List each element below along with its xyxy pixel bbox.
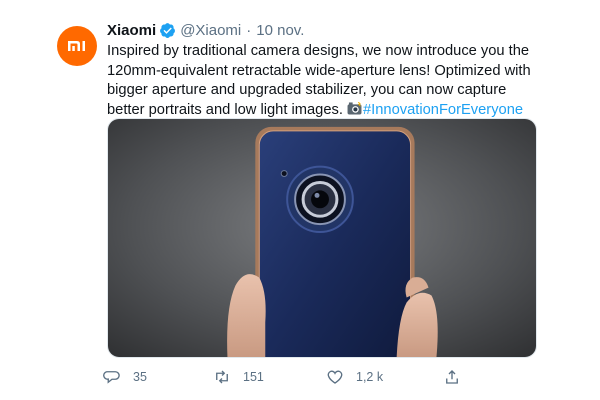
tweet-date[interactable]: 10 nov. bbox=[256, 22, 304, 39]
share-icon bbox=[446, 370, 458, 384]
share-button[interactable] bbox=[443, 366, 473, 388]
verified-badge-icon bbox=[160, 22, 176, 38]
reply-icon bbox=[103, 371, 120, 384]
like-button[interactable]: 1,2 k bbox=[326, 366, 383, 388]
tweet-text: Inspired by traditional camera designs, … bbox=[107, 42, 537, 120]
author-handle[interactable]: @Xiaomi bbox=[180, 22, 241, 39]
retweet-icon bbox=[216, 370, 228, 384]
tweet-actions: 35 151 1,2 k bbox=[103, 366, 483, 388]
retweet-button[interactable]: 151 bbox=[213, 366, 264, 388]
like-count: 1,2 k bbox=[356, 370, 384, 384]
author-name[interactable]: Xiaomi bbox=[107, 22, 156, 39]
tweet: Xiaomi @Xiaomi · 10 nov. Inspired by tra… bbox=[0, 0, 600, 400]
tweet-header: Xiaomi @Xiaomi · 10 nov. bbox=[107, 20, 304, 40]
tweet-media-image[interactable] bbox=[107, 118, 537, 358]
heart-icon bbox=[327, 370, 343, 384]
avatar[interactable] bbox=[57, 26, 97, 66]
hashtag-link[interactable]: #InnovationForEveryone bbox=[363, 102, 523, 118]
camera-flash-emoji-icon bbox=[347, 101, 362, 115]
retweet-count: 151 bbox=[243, 370, 264, 384]
separator-dot: · bbox=[246, 21, 252, 39]
reply-button[interactable]: 35 bbox=[103, 366, 147, 388]
mi-logo-icon bbox=[68, 41, 85, 51]
phone-photo bbox=[108, 119, 536, 357]
reply-count: 35 bbox=[133, 370, 147, 384]
